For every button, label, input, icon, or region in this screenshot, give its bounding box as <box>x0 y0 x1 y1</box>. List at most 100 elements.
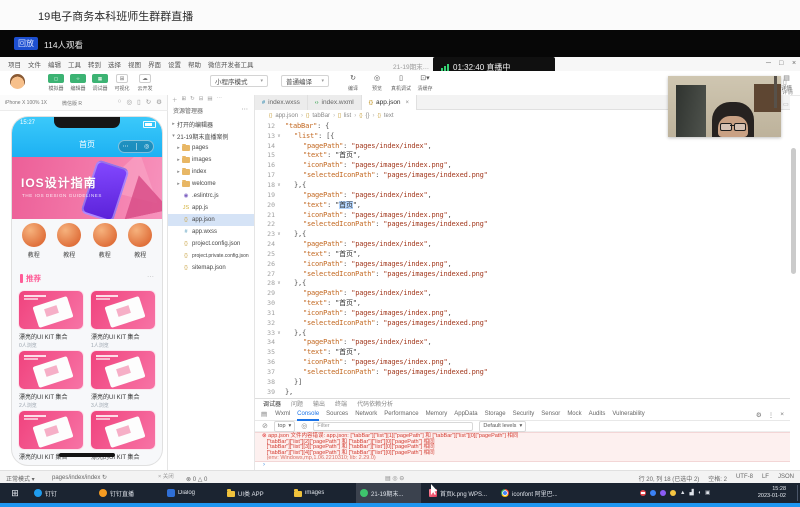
device-toolbar-icon[interactable]: ▤ <box>261 410 267 418</box>
toolbar-button[interactable]: ⊞可视化 <box>112 74 132 92</box>
menu-item[interactable]: 帮助 <box>188 59 201 69</box>
console-prompt[interactable]: › <box>255 462 790 470</box>
taskbar-item-dinglive[interactable]: 钉钉直播 <box>95 483 158 503</box>
devtools-tab-performance[interactable]: Performance <box>384 408 418 421</box>
taskbar-clock[interactable]: 15:28 2023-01-02 <box>758 486 786 500</box>
tutorial-item[interactable]: 教程 <box>22 223 46 269</box>
start-button[interactable]: ⊞ <box>6 483 24 503</box>
explorer-item-.eslintrc.js[interactable]: ◉.eslintrc.js <box>168 190 255 202</box>
breadcrumb-item[interactable]: {} <box>366 113 370 119</box>
network-selector[interactable]: 微信版 R <box>62 100 82 107</box>
mode-dropdown[interactable]: 小程序模式▾ <box>210 75 268 87</box>
explorer-item-welcome[interactable]: ▸welcome <box>168 178 255 190</box>
taskbar-item-chrome[interactable]: iconfont 阿里巴... <box>497 483 561 503</box>
toolbar-action[interactable]: ↻编译 <box>342 74 364 92</box>
minimize-icon[interactable]: ─ <box>766 60 771 67</box>
devtools-tab-security[interactable]: Security <box>513 408 535 421</box>
devtools-tab-memory[interactable]: Memory <box>426 408 448 421</box>
taskbar-item-devtools[interactable]: 21-19期末... <box>356 483 421 503</box>
toolbar-action[interactable]: ⊡▾清缓存 <box>414 74 436 92</box>
devtools-tab-vulnerability[interactable]: Vulnerability <box>612 408 644 421</box>
device-selector[interactable]: iPhone X 100% 1X <box>5 100 47 106</box>
menu-item[interactable]: 项目 <box>8 59 21 69</box>
phone-icon[interactable]: ▯ <box>783 78 787 86</box>
menu-item[interactable]: 工具 <box>68 59 81 69</box>
close-label[interactable]: × 关闭 <box>158 472 174 480</box>
explorer-item-app.wxss[interactable]: #app.wxss <box>168 226 255 238</box>
explorer-item-images[interactable]: ▸images <box>168 154 255 166</box>
tab-index.wxss[interactable]: #index.wxss <box>255 95 308 110</box>
explorer-item-project.private.config.json[interactable]: {}project.private.config.json <box>168 250 255 262</box>
new-folder-icon[interactable]: ⊞ <box>182 96 187 104</box>
section-more-icon[interactable]: ⋯ <box>147 273 154 281</box>
explorer-item-21-19[interactable]: ▾21-19期末直播案例 <box>168 130 255 142</box>
toolbar-action[interactable]: ▯真机调试 <box>390 74 412 92</box>
toolbar-button[interactable]: ☁云开发 <box>135 74 155 92</box>
rotate-icon[interactable]: ○ <box>118 98 122 106</box>
panel-icon[interactable]: ▭ <box>783 101 789 108</box>
toolbar-action[interactable]: ◎预览 <box>366 74 388 92</box>
tray-up-icon[interactable]: ▲ <box>680 490 685 496</box>
devtools-tab-mock[interactable]: Mock <box>567 408 581 421</box>
close-icon[interactable]: × <box>780 411 784 418</box>
refresh-icon[interactable]: ↻ <box>190 96 195 104</box>
indentation[interactable]: 空格: 2 <box>708 474 727 483</box>
clear-console-icon[interactable]: ⊘ <box>262 422 268 430</box>
problems-indicator[interactable]: ⊗ 0 △ 0 <box>186 476 207 483</box>
devtools-tab-console[interactable]: Console <box>297 408 319 421</box>
code-editor[interactable]: 12"tabBar": {13∨"list": [{14"pagePath": … <box>255 121 790 397</box>
toolbar-toggle[interactable]: ‹›编辑器 <box>68 74 88 92</box>
toolbar-toggle[interactable]: ▦调试器 <box>90 74 110 92</box>
list-icon[interactable]: ▤ <box>207 96 212 104</box>
menu-item[interactable]: 编辑 <box>48 59 61 69</box>
maximize-icon[interactable]: □ <box>779 60 783 67</box>
explorer-item-[interactable]: ▸打开的编辑器 <box>168 118 255 130</box>
show-desktop-button[interactable] <box>797 485 798 501</box>
explorer-item-project.config.json[interactable]: {}project.config.json <box>168 238 255 250</box>
devtools-tab-appdata[interactable]: AppData <box>454 408 477 421</box>
compile-dropdown[interactable]: 普通编译▾ <box>281 75 329 87</box>
tab-index.wxml[interactable]: ‹›index.wxml <box>308 95 362 110</box>
tray-icon[interactable] <box>660 490 666 496</box>
collapse-icon[interactable]: ⊟ <box>199 96 204 104</box>
toolbar-toggle[interactable]: ▢模拟器 <box>46 74 66 92</box>
volume-icon[interactable]: ◖ <box>698 490 701 496</box>
screenshot-icon[interactable]: ◎ <box>126 98 132 106</box>
explorer-item-app.js[interactable]: JSapp.js <box>168 202 255 214</box>
levels-dropdown[interactable]: Default levels▾ <box>479 421 526 432</box>
encoding[interactable]: UTF-8 <box>736 474 753 483</box>
cursor-position[interactable]: 行 20, 列 18 (已选中 2) <box>639 474 700 483</box>
ui-kit-card[interactable]: 漂亮的UI KIT 集合1人浏览 <box>91 291 155 349</box>
avatar[interactable] <box>10 74 25 89</box>
breadcrumb-item[interactable]: tabBar <box>312 113 330 119</box>
tray-icon[interactable] <box>670 490 676 496</box>
breadcrumb-item[interactable]: text <box>384 113 394 119</box>
ui-kit-card[interactable]: 漂亮的UI KIT 集合3人浏览 <box>91 351 155 409</box>
tray-icon[interactable] <box>650 490 656 496</box>
taskbar-item-dingtalk[interactable]: 钉钉 <box>30 483 90 503</box>
language-mode[interactable]: JSON <box>778 474 794 483</box>
explorer-item-index[interactable]: ▸index <box>168 166 255 178</box>
tutorial-item[interactable]: 教程 <box>93 223 117 269</box>
tutorial-item[interactable]: 教程 <box>57 223 81 269</box>
capsule-button[interactable]: ⋯ ◎ <box>118 140 154 153</box>
menu-item[interactable]: 视图 <box>128 59 141 69</box>
breadcrumb-item[interactable]: app.json <box>275 113 298 119</box>
refresh-icon[interactable]: ↻ <box>146 98 151 106</box>
ui-kit-card[interactable]: 漂亮的UI KIT 集合0人浏览 <box>19 291 83 349</box>
webcam-video[interactable] <box>668 76 781 137</box>
menu-item[interactable]: 设置 <box>168 59 181 69</box>
close-icon[interactable]: × <box>792 60 796 67</box>
explorer-item-sitemap.json[interactable]: {}sitemap.json <box>168 262 255 274</box>
banner[interactable]: IOS设计指南 THE IOS DESIGN GUIDELINES <box>12 157 162 219</box>
tray-icon[interactable] <box>640 490 646 496</box>
devtools-tab-wxml[interactable]: Wxml <box>275 408 290 421</box>
breadcrumb-item[interactable]: list <box>344 113 351 119</box>
devtools-tab-network[interactable]: Network <box>355 408 377 421</box>
taskbar-item-folder[interactable]: images <box>290 483 350 503</box>
explorer-item-pages[interactable]: ▸pages <box>168 142 255 154</box>
devtools-tab-sensor[interactable]: Sensor <box>541 408 560 421</box>
explorer-more-icon[interactable]: ⋯ <box>242 105 249 113</box>
filter-input[interactable] <box>313 422 473 431</box>
devtools-tab-storage[interactable]: Storage <box>485 408 506 421</box>
